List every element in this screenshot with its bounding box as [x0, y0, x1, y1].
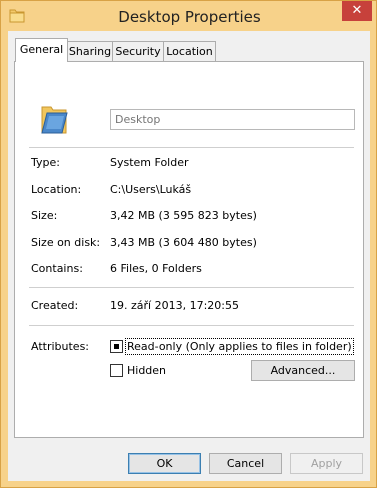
window-title: Desktop Properties [118, 8, 261, 26]
close-button[interactable]: ✕ [342, 1, 372, 21]
size-label: Size: [31, 209, 58, 222]
separator [29, 147, 354, 148]
tab-location[interactable]: Location [163, 41, 216, 61]
location-value: C:\Users\Lukáš [110, 183, 192, 196]
type-value: System Folder [110, 156, 189, 169]
ok-button[interactable]: OK [128, 453, 201, 474]
type-label: Type: [31, 156, 60, 169]
contains-label: Contains: [31, 262, 83, 275]
readonly-checkbox[interactable] [110, 340, 123, 353]
created-label: Created: [31, 299, 79, 312]
close-icon: ✕ [351, 3, 363, 18]
attributes-label: Attributes: [31, 340, 90, 353]
hidden-checkbox[interactable] [110, 364, 123, 377]
advanced-button[interactable]: Advanced... [251, 360, 355, 381]
title-bar[interactable]: Desktop Properties ✕ [1, 1, 377, 33]
indeterminate-mark [114, 344, 119, 349]
tab-sharing[interactable]: Sharing [67, 41, 113, 61]
tab-general[interactable]: General [15, 38, 68, 62]
location-label: Location: [31, 183, 82, 196]
readonly-label[interactable]: Read-only (Only applies to files in fold… [125, 338, 354, 355]
created-value: 19. září 2013, 17:20:55 [110, 299, 239, 312]
folder-name-input[interactable] [110, 109, 355, 130]
dialog-client: General Sharing Security Location Type: … [8, 31, 370, 481]
tab-security[interactable]: Security [112, 41, 164, 61]
cancel-button[interactable]: Cancel [209, 453, 282, 474]
separator [29, 287, 354, 288]
apply-button[interactable]: Apply [290, 453, 363, 474]
folder-icon [41, 106, 68, 134]
size-value: 3,42 MB (3 595 823 bytes) [110, 209, 257, 222]
general-panel: Type: System Folder Location: C:\Users\L… [14, 61, 364, 438]
size-on-disk-label: Size on disk: [31, 236, 101, 249]
contains-value: 6 Files, 0 Folders [110, 262, 202, 275]
size-on-disk-value: 3,43 MB (3 604 480 bytes) [110, 236, 257, 249]
properties-window: Desktop Properties ✕ General Sharing Sec… [0, 0, 377, 488]
separator [29, 325, 354, 326]
hidden-label[interactable]: Hidden [127, 364, 166, 377]
